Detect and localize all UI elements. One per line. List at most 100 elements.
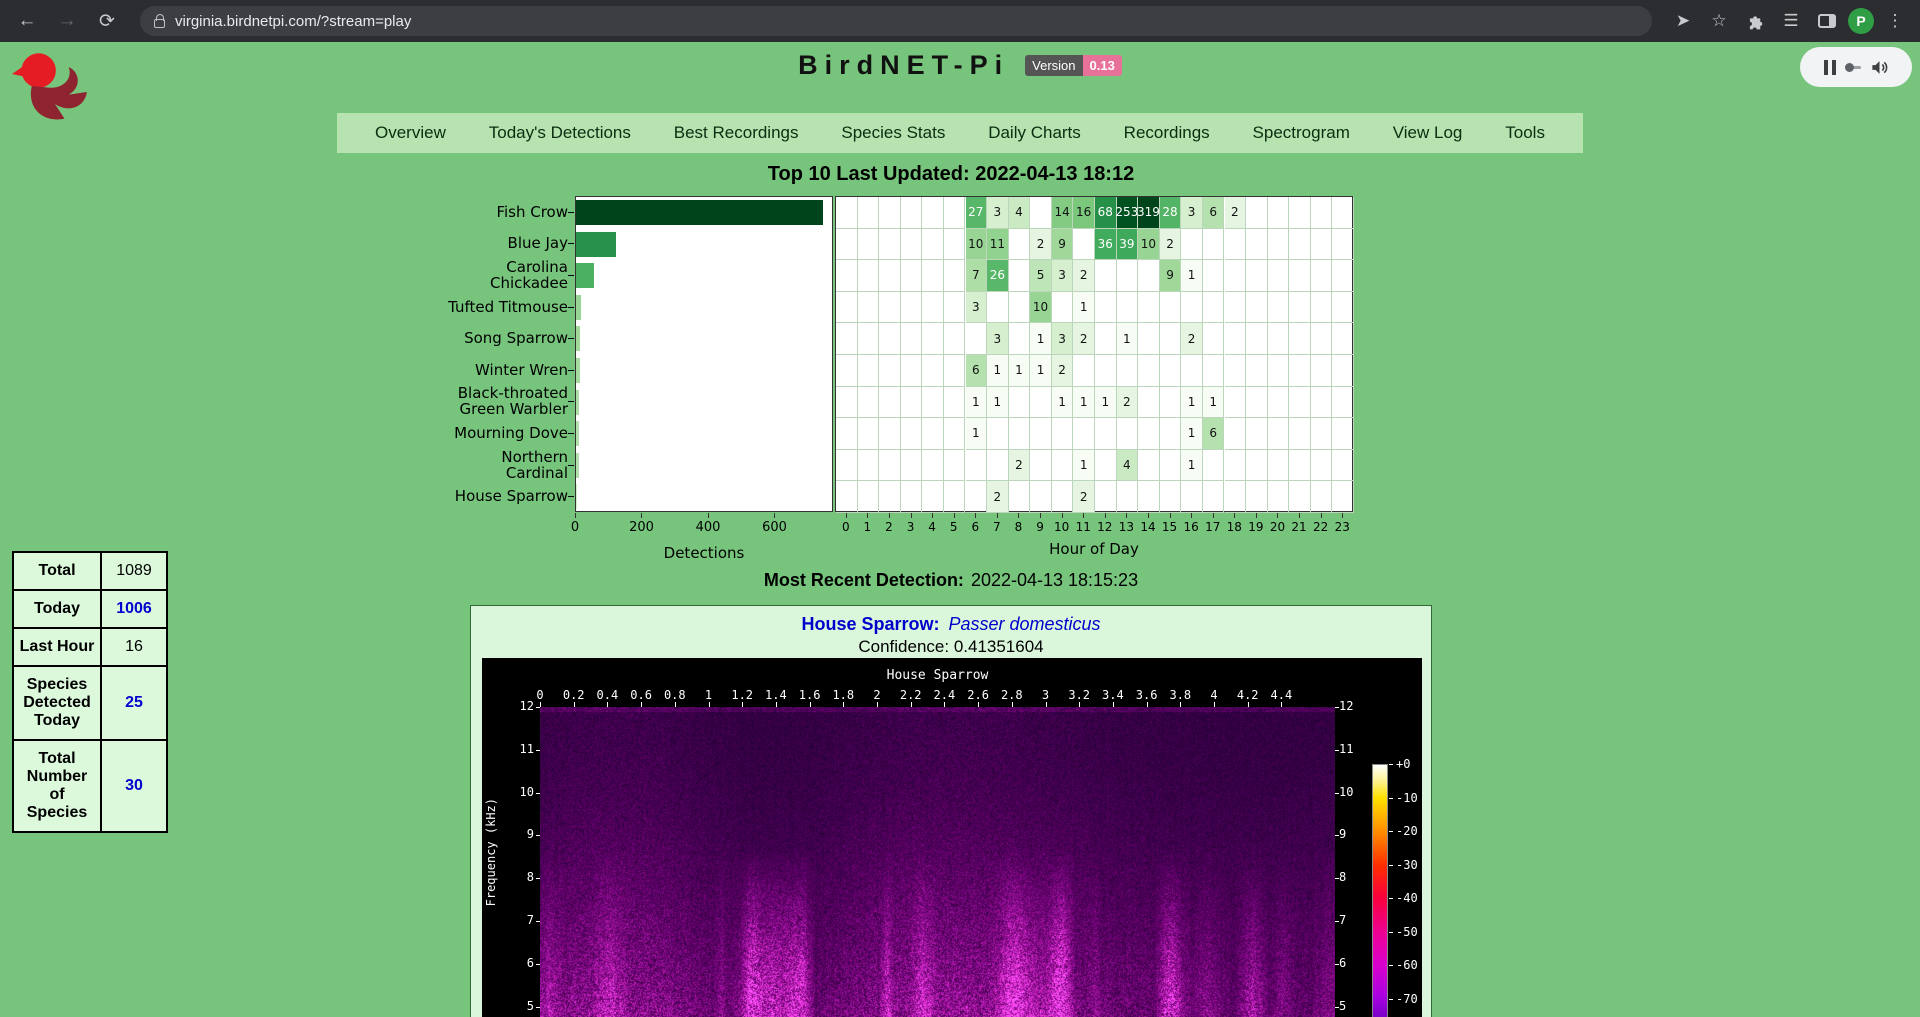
heatmap-cell <box>1311 418 1333 450</box>
version-badge-label: Version <box>1025 55 1082 76</box>
extensions-puzzle-icon[interactable] <box>1740 6 1770 36</box>
heatmap-cell: 2 <box>1073 323 1095 355</box>
heatmap-cell: 6 <box>1203 418 1225 450</box>
heatmap-cell: 2 <box>1117 387 1139 419</box>
heatmap-cell <box>922 197 944 229</box>
reading-list-icon[interactable]: ☰ <box>1776 6 1806 36</box>
heatmap-cell: 14 <box>1052 197 1074 229</box>
heatmap-cell <box>1332 229 1354 261</box>
heatmap-cell <box>901 450 923 482</box>
hour-axis-tick: 1 <box>864 520 872 534</box>
species-label: Winter Wren <box>420 354 568 386</box>
heatmap-cell <box>879 260 901 292</box>
stats-value[interactable]: 1006 <box>101 590 167 628</box>
nav-item-today-s-detections[interactable]: Today's Detections <box>489 123 631 143</box>
heatmap-cell <box>922 323 944 355</box>
heatmap-cell: 1 <box>1009 355 1031 387</box>
heatmap-cell <box>966 323 988 355</box>
spectrogram-freq-tick: 9 <box>504 827 534 841</box>
heatmap-cell <box>944 418 966 450</box>
heatmap-cell <box>922 292 944 324</box>
version-badge-value: 0.13 <box>1083 55 1122 76</box>
spectrogram-time-tick: 2.8 <box>1001 688 1023 702</box>
heatmap-cell <box>1009 387 1031 419</box>
species-label: Song Sparrow <box>420 322 568 354</box>
nav-item-tools[interactable]: Tools <box>1505 123 1545 143</box>
heatmap-cell: 2 <box>1160 229 1182 261</box>
heatmap-cell: 1 <box>1073 292 1095 324</box>
heatmap-cell <box>1332 450 1354 482</box>
profile-avatar[interactable]: P <box>1848 8 1874 34</box>
heatmap-cell <box>1246 387 1268 419</box>
heatmap-cell <box>901 323 923 355</box>
heatmap-cell: 7 <box>966 260 988 292</box>
heatmap-cell <box>1160 355 1182 387</box>
heatmap-cell <box>1311 197 1333 229</box>
heatmap-cell <box>1203 229 1225 261</box>
heatmap-cell <box>1138 355 1160 387</box>
detections-bar <box>576 390 579 415</box>
heatmap-cell <box>1138 260 1160 292</box>
heatmap-cell <box>836 292 858 324</box>
heatmap-cell <box>1138 387 1160 419</box>
hour-axis-tick: 13 <box>1119 520 1134 534</box>
browser-menu-kebab-icon[interactable]: ⋮ <box>1880 6 1910 36</box>
nav-item-recordings[interactable]: Recordings <box>1124 123 1210 143</box>
heatmap-cell <box>1203 323 1225 355</box>
colorbar-tick: -60 <box>1396 958 1418 972</box>
detections-bar <box>576 358 580 383</box>
heatmap-cell <box>1095 323 1117 355</box>
spectrogram-time-tick: 1.8 <box>832 688 854 702</box>
lock-icon <box>154 19 165 28</box>
back-button[interactable]: ← <box>10 4 44 38</box>
species-label: House Sparrow <box>420 480 568 512</box>
heatmap-cell <box>922 387 944 419</box>
heatmap-cell <box>1268 323 1290 355</box>
heatmap-cell <box>1311 229 1333 261</box>
bar-axis-tick: 400 <box>696 520 721 535</box>
nav-item-overview[interactable]: Overview <box>375 123 446 143</box>
heatmap-cell <box>879 481 901 513</box>
hour-axis-tick: 20 <box>1270 520 1285 534</box>
heatmap-cell <box>1225 323 1247 355</box>
address-bar[interactable]: virginia.birdnetpi.com/?stream=play <box>140 6 1652 36</box>
heatmap-cell: 3 <box>1181 197 1203 229</box>
nav-item-species-stats[interactable]: Species Stats <box>841 123 945 143</box>
spectrogram-time-tick: 3.4 <box>1102 688 1124 702</box>
stats-value[interactable]: 30 <box>101 740 167 832</box>
send-to-device-icon[interactable]: ➤ <box>1668 6 1698 36</box>
heatmap-cell <box>1246 323 1268 355</box>
side-panel-icon[interactable] <box>1812 6 1842 36</box>
heatmap-cell <box>1181 292 1203 324</box>
heatmap-cell <box>944 197 966 229</box>
heatmap-cell <box>1117 481 1139 513</box>
nav-item-view-log[interactable]: View Log <box>1393 123 1463 143</box>
heatmap-cell <box>1052 450 1074 482</box>
heatmap-cell: 11 <box>987 229 1009 261</box>
hour-axis-tick: 15 <box>1162 520 1177 534</box>
nav-item-best-recordings[interactable]: Best Recordings <box>674 123 799 143</box>
detections-bar <box>576 232 616 257</box>
heatmap-cell: 1 <box>987 355 1009 387</box>
stats-row: Total Number of Species30 <box>13 740 167 832</box>
detection-species: House Sparrow: <box>801 614 939 635</box>
nav-item-daily-charts[interactable]: Daily Charts <box>988 123 1081 143</box>
spectrogram-colorbar <box>1372 764 1388 1017</box>
heatmap-cell <box>944 450 966 482</box>
stats-value[interactable]: 25 <box>101 666 167 740</box>
stats-table: Total1089Today1006Last Hour16Species Det… <box>12 551 168 833</box>
heatmap-cell: 2 <box>1009 450 1031 482</box>
heatmap-cell <box>1332 260 1354 292</box>
heatmap-cell <box>1052 292 1074 324</box>
forward-button[interactable]: → <box>50 4 84 38</box>
nav-item-spectrogram[interactable]: Spectrogram <box>1253 123 1350 143</box>
bookmark-star-icon[interactable]: ☆ <box>1704 6 1734 36</box>
heatmap-cell <box>1225 292 1247 324</box>
heatmap-cell: 1 <box>1181 387 1203 419</box>
species-label: Northern Cardinal <box>420 449 568 481</box>
heatmap-cell <box>1203 292 1225 324</box>
heatmap-cell <box>1117 292 1139 324</box>
detections-bar <box>576 421 579 446</box>
reload-button[interactable]: ⟳ <box>90 4 124 38</box>
heatmap-cell <box>987 450 1009 482</box>
